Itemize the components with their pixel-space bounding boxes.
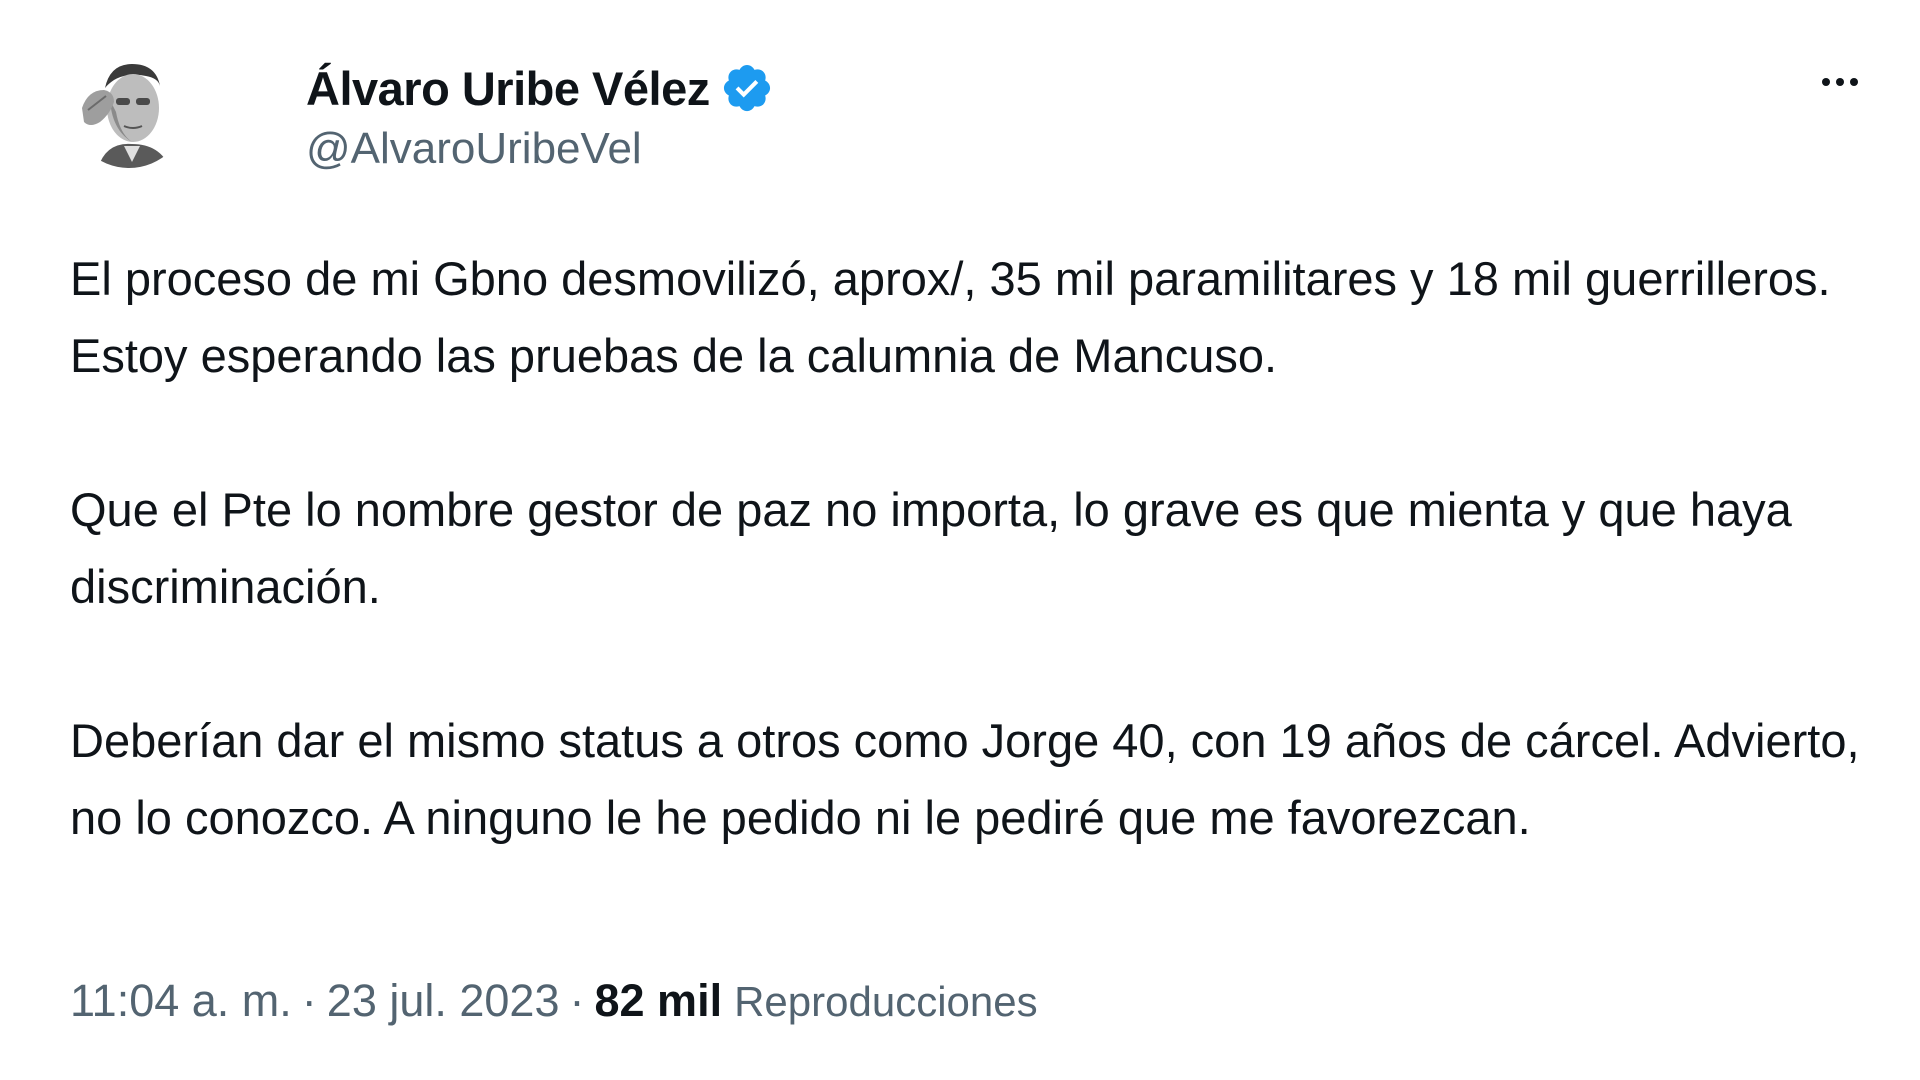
more-horizontal-icon — [1850, 78, 1858, 86]
more-options-button[interactable] — [1810, 62, 1870, 102]
tweet-paragraph: El proceso de mi Gbno desmovilizó, aprox… — [70, 252, 1844, 382]
tweet-meta: 11:04 a. m. · 23 jul. 2023 · 82 mil Repr… — [70, 975, 1038, 1027]
verified-badge-icon[interactable] — [720, 61, 774, 115]
tweet-time[interactable]: 11:04 a. m. — [70, 975, 292, 1027]
views-label: Reproducciones — [734, 978, 1038, 1025]
views-count: 82 mil — [594, 975, 723, 1026]
author-names: Álvaro Uribe Vélez @AlvaroUribeVel — [306, 54, 774, 174]
avatar-portrait-image — [70, 50, 188, 168]
tweet-paragraph: Deberían dar el mismo status a otros com… — [70, 714, 1873, 844]
tweet-date[interactable]: 23 jul. 2023 — [327, 975, 560, 1027]
author-handle[interactable]: @AlvaroUribeVel — [306, 124, 774, 174]
display-name-row: Álvaro Uribe Vélez — [306, 54, 774, 122]
tweet-header: Álvaro Uribe Vélez @AlvaroUribeVel — [70, 50, 774, 180]
more-horizontal-icon — [1822, 78, 1830, 86]
tweet-paragraph: Que el Pte lo nombre gestor de paz no im… — [70, 483, 1805, 613]
tweet-text: El proceso de mi Gbno desmovilizó, aprox… — [70, 240, 1870, 856]
display-name[interactable]: Álvaro Uribe Vélez — [306, 61, 710, 116]
tweet-card: Álvaro Uribe Vélez @AlvaroUribeVel El pr… — [0, 0, 1920, 1080]
meta-separator: · — [301, 975, 317, 1026]
avatar[interactable] — [70, 50, 188, 168]
more-horizontal-icon — [1836, 78, 1844, 86]
meta-separator: · — [569, 975, 585, 1026]
